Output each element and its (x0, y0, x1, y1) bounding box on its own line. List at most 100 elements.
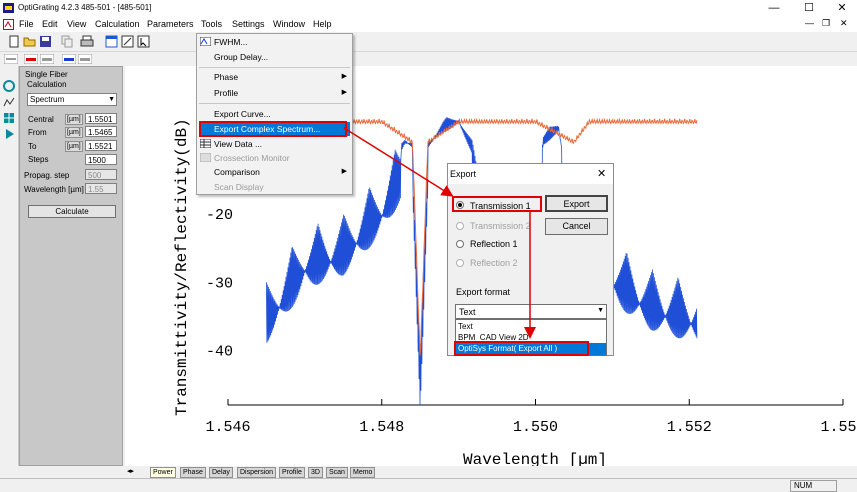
menu-item-group-delay[interactable]: Group Delay... (214, 52, 268, 62)
menu-settings[interactable]: Settings (232, 19, 265, 29)
fwhm-icon (200, 37, 211, 46)
steps-input[interactable]: 1500 (85, 154, 117, 165)
menu-file[interactable]: File (19, 19, 34, 29)
fiber-mode-icon[interactable] (3, 80, 15, 92)
gray-line-2-icon[interactable] (78, 54, 92, 64)
central-input[interactable]: 1.5501 (85, 113, 117, 124)
window-icon[interactable] (105, 35, 119, 48)
gray-line-icon[interactable] (40, 54, 54, 64)
chevron-down-icon: ▼ (108, 96, 115, 103)
cancel-button[interactable]: Cancel (545, 218, 608, 235)
blue-line-icon[interactable] (62, 54, 76, 64)
zoom-icon[interactable] (121, 35, 135, 48)
grid-mode-icon[interactable] (3, 112, 15, 124)
option-reflection-1[interactable]: Reflection 1 (470, 239, 518, 249)
mode-icon-strip (0, 66, 19, 466)
radio-reflection-1[interactable] (456, 240, 464, 248)
format-option-text[interactable]: Text (458, 322, 473, 331)
profile-mode-icon[interactable] (3, 96, 15, 108)
option-transmission-2: Transmission 2 (470, 221, 531, 231)
calculate-button[interactable]: Calculate (28, 205, 116, 218)
option-reflection-2: Reflection 2 (470, 258, 518, 268)
red-line-icon[interactable] (24, 54, 38, 64)
menu-item-fwhm[interactable]: FWHM... (214, 37, 248, 47)
dialog-close-button[interactable]: ✕ (597, 167, 606, 180)
x-tick-label: 1.550 (513, 419, 558, 436)
menu-edit[interactable]: Edit (42, 19, 58, 29)
line-style-icon[interactable] (4, 54, 18, 64)
run-mode-icon[interactable] (3, 128, 15, 140)
tab-dispersion[interactable]: Dispersion (237, 467, 277, 478)
submenu-arrow-icon: ▶ (341, 89, 347, 96)
calculation-panel: Single Fiber Calculation Spectrum ▼ Cent… (19, 66, 123, 466)
menu-item-export-complex-spectrum[interactable]: Export Complex Spectrum... (214, 124, 320, 134)
doc-minimize-button[interactable]: — (805, 18, 814, 28)
wavelength-input: 1.55 (85, 183, 117, 194)
submenu-arrow-icon: ▶ (341, 168, 347, 175)
to-input[interactable]: 1.5521 (85, 140, 117, 151)
tab-3d[interactable]: 3D (308, 467, 323, 478)
doc-close-button[interactable]: ✕ (840, 18, 848, 29)
tab-profile[interactable]: Profile (279, 467, 305, 478)
mode-select[interactable]: Spectrum ▼ (27, 93, 117, 106)
chevron-down-icon: ▼ (597, 307, 604, 314)
menu-view[interactable]: View (67, 19, 86, 29)
central-label: Central (28, 115, 54, 124)
from-input[interactable]: 1.5465 (85, 126, 117, 137)
radio-reflection-2 (456, 259, 464, 267)
menu-item-profile[interactable]: Profile (214, 88, 238, 98)
panel-title-line2: Calculation (27, 80, 67, 89)
pointer-icon[interactable] (137, 35, 151, 48)
save-icon[interactable] (39, 35, 53, 48)
option-transmission-1[interactable]: Transmission 1 (470, 201, 531, 211)
menu-parameters[interactable]: Parameters (147, 19, 194, 29)
x-tick-label: 1.548 (359, 419, 404, 436)
mode-select-value: Spectrum (30, 95, 65, 104)
menu-calculation[interactable]: Calculation (95, 19, 140, 29)
menu-item-scan-display: Scan Display (214, 182, 264, 192)
menu-tools[interactable]: Tools (201, 19, 222, 29)
tab-scroll-icon[interactable]: ◂▸ (127, 467, 134, 475)
tab-delay[interactable]: Delay (209, 467, 233, 478)
tab-bar: ◂▸ Power Phase Delay Dispersion Profile … (125, 466, 857, 478)
menu-item-export-curve[interactable]: Export Curve... (214, 109, 271, 119)
copy-icon[interactable] (60, 35, 74, 48)
tab-power[interactable]: Power (150, 467, 176, 478)
export-format-label: Export format (456, 287, 511, 297)
from-unit: [µm] (65, 127, 83, 138)
x-tick-label: 1.554 (820, 419, 857, 436)
close-button[interactable]: ✕ (828, 1, 856, 16)
tab-scan[interactable]: Scan (326, 467, 348, 478)
menu-item-phase[interactable]: Phase (214, 72, 238, 82)
minimize-button[interactable]: — (760, 1, 788, 16)
x-tick-label: 1.552 (667, 419, 712, 436)
radio-transmission-1[interactable] (456, 201, 464, 209)
toolbar (0, 33, 857, 52)
steps-label: Steps (28, 155, 49, 164)
y-axis-label: Transmittivity/Reflectivity(dB) (173, 118, 191, 416)
print-icon[interactable] (80, 35, 94, 48)
menu-bar: File Edit View Calculation Parameters To… (0, 17, 857, 49)
tab-phase[interactable]: Phase (180, 467, 206, 478)
open-folder-icon[interactable] (23, 35, 37, 48)
num-lock-indicator: NUM (790, 480, 837, 492)
doc-restore-button[interactable]: ❐ (822, 18, 830, 29)
export-format-select[interactable]: Text ▼ (455, 304, 607, 319)
document-icon (3, 19, 14, 30)
annotation-box-optisys (454, 341, 589, 356)
app-icon (3, 3, 14, 13)
tab-memo[interactable]: Memo (350, 467, 376, 478)
maximize-button[interactable]: ☐ (795, 1, 823, 16)
propag-step-input: 500 (85, 169, 117, 180)
menu-item-comparison[interactable]: Comparison (214, 167, 260, 177)
menu-separator (199, 103, 350, 104)
x-tick-label: 1.546 (205, 419, 250, 436)
new-file-icon[interactable] (7, 35, 21, 48)
wavelength-label: Wavelength [µm] (24, 185, 84, 194)
menu-item-view-data[interactable]: View Data ... (214, 139, 262, 149)
tools-menu: FWHM... Group Delay... Phase ▶ Profile ▶… (196, 33, 353, 195)
menu-window[interactable]: Window (273, 19, 305, 29)
export-dialog: Export ✕ Transmission 1 Transmission 2 R… (447, 163, 614, 356)
export-button[interactable]: Export (545, 195, 608, 212)
menu-help[interactable]: Help (313, 19, 332, 29)
